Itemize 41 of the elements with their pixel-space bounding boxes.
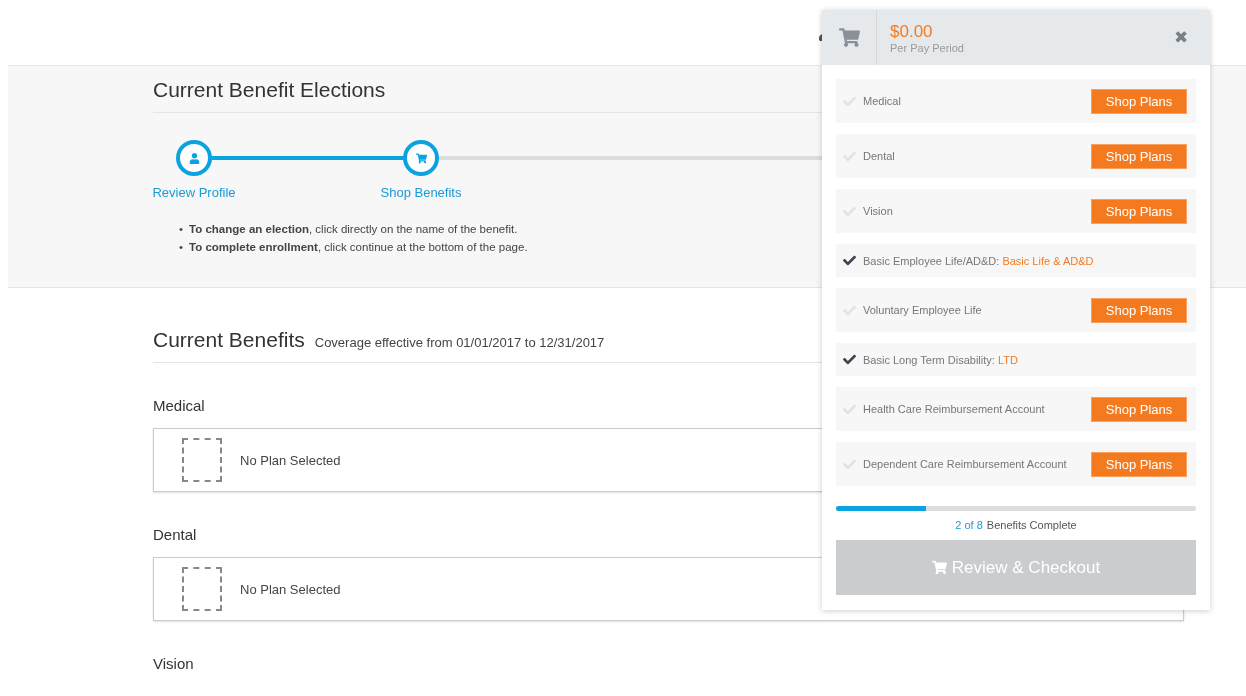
cart-icon — [838, 27, 860, 48]
instruction-text: To change an election, click directly on the name of the benefit. — [189, 222, 518, 237]
benefit-name: Medical — [863, 95, 902, 107]
shop-plans-button[interactable]: Shop Plans — [1091, 396, 1187, 422]
cart-icon — [415, 152, 427, 164]
section-title: Current Benefits — [153, 328, 305, 352]
complete-label: Benefits Complete — [986, 519, 1077, 531]
benefit-name: Vision — [863, 205, 894, 217]
benefit-name: Health Care Reimbursement Account — [863, 403, 1046, 415]
shop-plans-button[interactable]: Shop Plans — [1091, 143, 1187, 169]
shop-plans-button[interactable]: Shop Plans — [1091, 198, 1187, 224]
benefit-heading: Dental — [153, 526, 197, 543]
complete-count: 2 of 8 — [955, 519, 983, 531]
step-label[interactable]: Review Profile — [152, 185, 236, 200]
pay-period: Per Pay Period — [890, 41, 965, 54]
benefit-heading: Medical — [153, 397, 205, 414]
step-circle[interactable] — [176, 140, 212, 176]
cart-icon — [931, 560, 947, 575]
shop-plans-button[interactable]: Shop Plans — [1091, 451, 1187, 477]
plan-status: No Plan Selected — [240, 452, 341, 468]
instruction-text: To complete enrollment, click continue at the bottom of the page. — [189, 240, 528, 255]
cart-total: $0.00 — [890, 21, 934, 42]
placeholder-icon — [182, 438, 222, 482]
plan-status: No Plan Selected — [240, 581, 341, 597]
shop-plans-button[interactable]: Shop Plans — [1091, 88, 1187, 114]
bullet-mark: • — [179, 240, 184, 255]
page-title: Current Benefit Elections — [153, 78, 386, 102]
close-button[interactable]: ✖ — [1172, 25, 1190, 50]
benefit-name: Basic Long Term Disability: LTD — [863, 353, 1019, 366]
bullet-mark: • — [179, 222, 184, 237]
benefit-name: Voluntary Employee Life — [863, 304, 983, 316]
benefit-name: Basic Employee Life/AD&D: Basic Life & AD&D — [863, 254, 1095, 267]
benefit-heading: Vision — [153, 655, 194, 672]
benefit-name: Dependent Care Reimbursement Account — [863, 458, 1068, 470]
step-circle[interactable] — [403, 140, 439, 176]
coverage-dates: Coverage effective from 01/01/2017 to 12/31/2017 — [314, 335, 605, 350]
placeholder-icon — [182, 567, 222, 611]
shop-plans-button[interactable]: Shop Plans — [1091, 297, 1187, 323]
step-label[interactable]: Shop Benefits — [380, 185, 462, 200]
person-icon — [188, 152, 200, 164]
benefit-name: Dental — [863, 150, 896, 162]
